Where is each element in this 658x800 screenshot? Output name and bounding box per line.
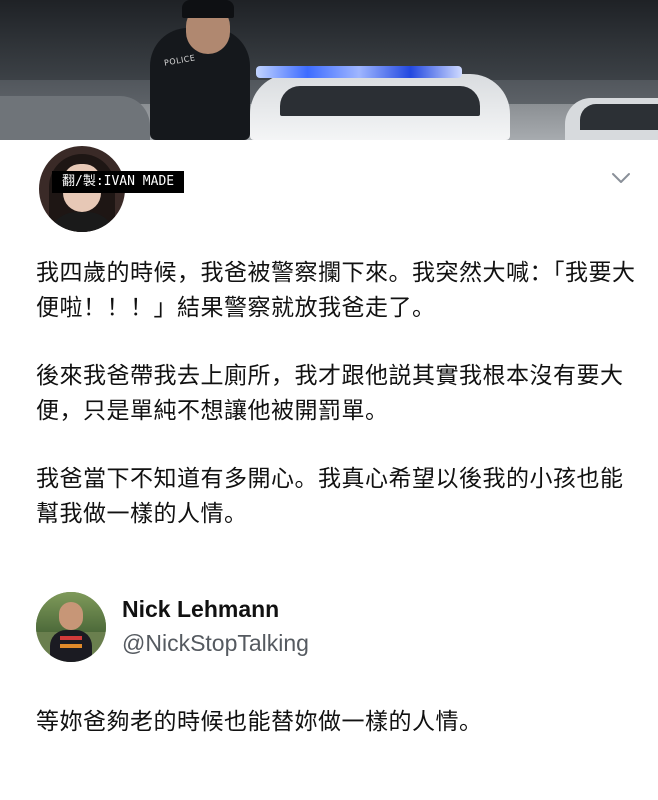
post-paragraph: 後來我爸帶我去上廁所，我才跟他説其實我根本沒有要大便，只是單純不想讓他被開罰單。 <box>36 363 624 424</box>
post-paragraph: 我爸當下不知道有多開心。我真心希望以後我的小孩也能幫我做一樣的人情。 <box>36 466 624 527</box>
post-paragraph: 我四歲的時候，我爸被警察攔下來。我突然大喊：「我要大便啦！！！」結果警察就放我爸… <box>36 260 636 321</box>
reply-avatar-stripe <box>60 644 82 648</box>
reply-body: 等妳爸夠老的時候也能替妳做一樣的人情。 <box>36 709 483 735</box>
reply-avatar-stripe <box>60 636 82 640</box>
reply-display-name[interactable]: Nick Lehmann <box>122 596 279 623</box>
translator-watermark: 翻/製:IVAN MADE <box>52 171 185 193</box>
reply-avatar-head <box>59 602 83 630</box>
header-banner-image: POLICE <box>0 0 658 140</box>
left-car <box>0 96 150 140</box>
post-body: 我四歲的時候，我爸被警察攔下來。我突然大喊：「我要大便啦！！！」結果警察就放我爸… <box>36 256 636 565</box>
reply-handle[interactable]: @NickStopTalking <box>122 630 309 657</box>
chevron-down-icon[interactable] <box>609 170 633 186</box>
police-lightbar <box>256 66 462 78</box>
police-officer-hat <box>182 0 234 18</box>
police-car-window <box>280 86 480 116</box>
right-car-window <box>580 104 658 130</box>
reply-author-avatar[interactable] <box>36 592 106 662</box>
